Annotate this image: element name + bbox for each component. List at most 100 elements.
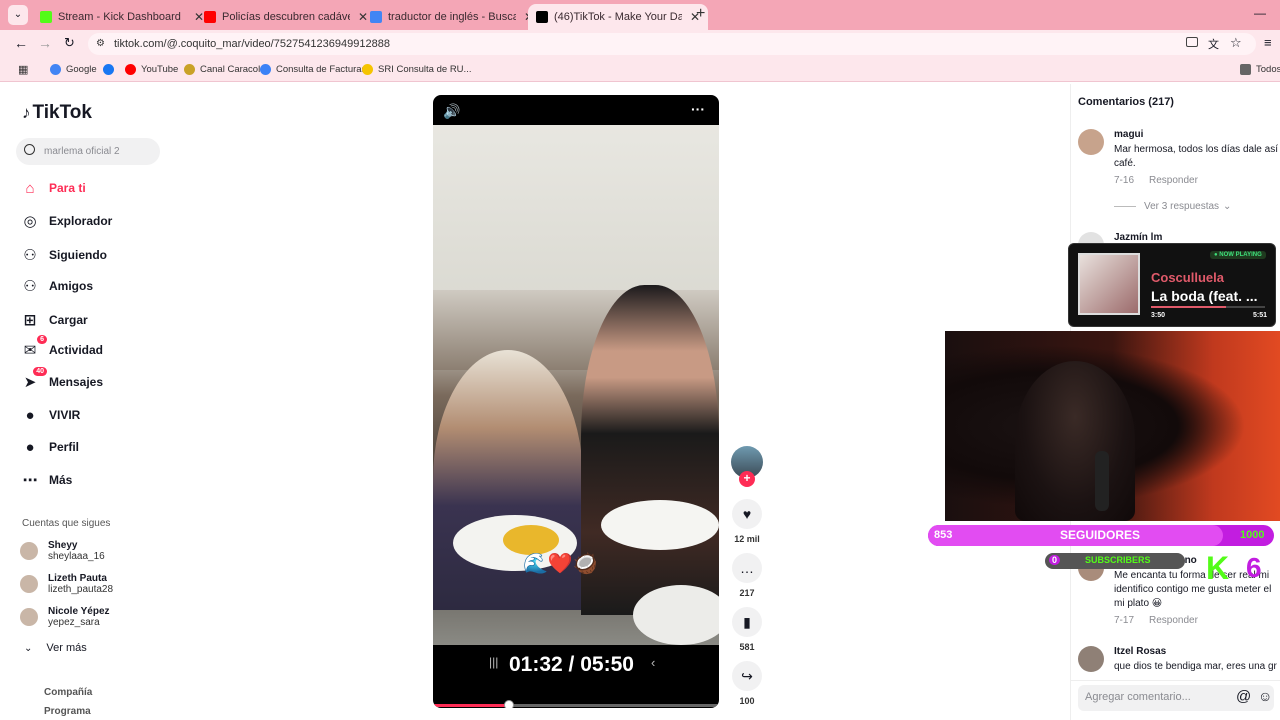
following-icon: ⚇ <box>23 247 37 264</box>
bookmark-star-icon[interactable]: ☆ <box>1230 35 1242 51</box>
track-title: La boda (feat. ... <box>1151 288 1258 304</box>
bookmark-favicon-icon <box>184 64 195 75</box>
bookmark-item[interactable] <box>103 64 119 75</box>
nav-item-mensajes[interactable]: ➤ 40 Mensajes <box>20 367 103 392</box>
followed-account[interactable]: Nicole Yépez yepez_sara <box>20 606 110 628</box>
bookmark-item[interactable]: YouTube <box>125 64 178 75</box>
webcam-overlay <box>945 331 1280 521</box>
chevron-left-icon[interactable]: ‹ <box>651 655 655 670</box>
subscribers-label: SUBSCRIBERS <box>1085 555 1151 565</box>
video-progress-track[interactable] <box>433 704 719 707</box>
nav-item-cargar[interactable]: ⊞ Cargar <box>20 310 88 330</box>
reply-link[interactable]: Responder <box>1149 615 1198 626</box>
volume-icon[interactable]: 🔊 <box>443 103 460 120</box>
bookmark-item[interactable]: Canal Caracol <box>184 64 260 75</box>
nav-item-amigos[interactable]: ⚇ Amigos <box>20 276 93 296</box>
nav-item-para-ti[interactable]: ⌂ Para ti <box>20 178 85 198</box>
tab-search-button[interactable]: ⌄ <box>8 5 28 25</box>
followers-current: 853 <box>934 529 953 541</box>
new-tab-button[interactable]: + <box>696 5 705 23</box>
bookmark-icon[interactable]: ▮ <box>732 607 762 637</box>
forward-button[interactable]: → <box>38 35 52 51</box>
nav-badge: 6 <box>37 335 47 344</box>
track-artist: Cosculluela <box>1151 270 1224 285</box>
translate-icon[interactable]: 文 <box>1208 36 1219 52</box>
divider-line <box>1114 206 1136 207</box>
browser-address-bar: ← → ↻ ⚙ tiktok.com/@.coquito_mar/video/7… <box>0 30 1280 58</box>
back-button[interactable]: ← <box>14 35 28 51</box>
tiktok-logo[interactable]: ♪ TikTok <box>22 102 92 124</box>
follow-plus-icon[interactable]: + <box>739 471 755 487</box>
favicon-icon <box>536 11 548 23</box>
browser-tab[interactable]: Policías descubren cadáveres e✕ <box>196 4 376 30</box>
browser-tab[interactable]: Stream - Kick Dashboard ✕ <box>32 4 212 30</box>
apps-grid-icon[interactable]: ▦ <box>18 63 28 76</box>
browser-menu-icon[interactable]: ≡ <box>1264 35 1272 50</box>
track-elapsed: 3:50 <box>1151 312 1166 319</box>
avatar[interactable] <box>1078 129 1104 155</box>
followed-account[interactable]: Lizeth Pauta lizeth_pauta28 <box>20 573 113 595</box>
live-icon: ● <box>25 406 35 424</box>
now-playing-tag: ● NOW PLAYING <box>1210 251 1266 259</box>
comment-icon[interactable]: … <box>732 553 762 583</box>
nav-item-actividad[interactable]: ✉ 6 Actividad <box>20 335 103 360</box>
footer-company-link[interactable]: Compañía <box>44 687 92 698</box>
share-icon[interactable]: ↪ <box>732 661 762 691</box>
comment-author[interactable]: Itzel Rosas <box>1114 646 1166 657</box>
at-icon[interactable]: @ <box>1236 688 1251 705</box>
search-bar[interactable]: marlema oficial 2 <box>16 138 160 165</box>
browser-tab[interactable]: (46)TikTok - Make Your Day ✕ <box>528 4 709 30</box>
add-comment-input[interactable]: Agregar comentario... @ ☺ <box>1078 685 1274 711</box>
compass-icon: ◎ <box>23 213 37 230</box>
nav-item-siguiendo[interactable]: ⚇ Siguiendo <box>20 245 107 265</box>
all-bookmarks[interactable]: Todos <box>1240 64 1280 75</box>
browser-tab[interactable]: traductor de inglés - Buscar co✕ <box>362 4 542 30</box>
nav-item-perfil[interactable]: ● Perfil <box>20 437 79 457</box>
bookmark-item[interactable]: SRI Consulta de RU... <box>362 64 471 75</box>
plate-right <box>601 500 719 550</box>
comment-author[interactable]: Jazmín lm <box>1114 232 1162 243</box>
site-info-icon[interactable]: ⚙ <box>96 33 105 55</box>
save-action[interactable]: ▮ 581 <box>732 607 762 652</box>
bookmark-favicon-icon <box>50 64 61 75</box>
install-app-icon[interactable] <box>1186 37 1198 47</box>
minimize-window-button[interactable]: — <box>1254 6 1266 20</box>
avatar[interactable] <box>1078 646 1104 672</box>
bookmark-item[interactable]: Google <box>50 64 97 75</box>
heart-icon[interactable]: ♥ <box>732 499 762 529</box>
followers-goal-bar: 853 SEGUIDORES 1000 <box>928 525 1274 546</box>
more-icon: ⋯ <box>22 472 38 489</box>
share-action[interactable]: ↪ 100 <box>732 661 762 706</box>
comment-count: 217 <box>739 588 755 598</box>
avatar <box>20 575 38 593</box>
see-more-link[interactable]: ⌄ Ver más <box>24 642 87 654</box>
nav-item-vivir[interactable]: ● VIVIR <box>20 405 80 425</box>
followed-account[interactable]: Sheyy sheylaaa_16 <box>20 540 105 562</box>
url-field[interactable]: ⚙ tiktok.com/@.coquito_mar/video/7527541… <box>88 33 1256 55</box>
reload-button[interactable]: ↻ <box>64 35 75 51</box>
search-input[interactable]: marlema oficial 2 <box>44 146 120 157</box>
bookmark-item[interactable]: Consulta de Facturas <box>260 64 366 75</box>
emoji-icon[interactable]: ☺ <box>1258 688 1272 704</box>
subscribers-current: 0 <box>1049 555 1061 565</box>
pause-icon[interactable]: ||| <box>489 655 498 669</box>
nav-item-más[interactable]: ⋯ Más <box>20 470 73 490</box>
comment-action[interactable]: … 217 <box>732 553 762 598</box>
comment-text: Mar hermosa, todos los días dale así caf… <box>1114 144 1278 169</box>
chevron-down-icon: ⌄ <box>24 642 33 654</box>
video-player[interactable]: 🔊 ··· 🌊❤️🥥 ||| 01:32 / 05:50 ‹ <box>433 95 719 708</box>
kick-logo: K <box>1206 550 1230 586</box>
video-more-icon[interactable]: ··· <box>691 101 705 117</box>
view-replies-link[interactable]: Ver 3 respuestas ⌄ <box>1114 201 1231 212</box>
search-icon <box>24 144 35 155</box>
reply-link[interactable]: Responder <box>1149 175 1198 186</box>
album-art <box>1078 253 1140 315</box>
bookmark-favicon-icon <box>103 64 114 75</box>
streamer-silhouette <box>1015 361 1135 521</box>
comment-author[interactable]: magui <box>1114 129 1143 140</box>
bookmarks-bar: ▦ Google YouTube Canal Caracol Consulta de … <box>0 58 1280 82</box>
video-progress-handle[interactable] <box>503 700 514 708</box>
nav-item-explorador[interactable]: ◎ Explorador <box>20 211 112 231</box>
footer-program-link[interactable]: Programa <box>44 706 91 717</box>
like-action[interactable]: ♥ 12 mil <box>732 499 762 544</box>
